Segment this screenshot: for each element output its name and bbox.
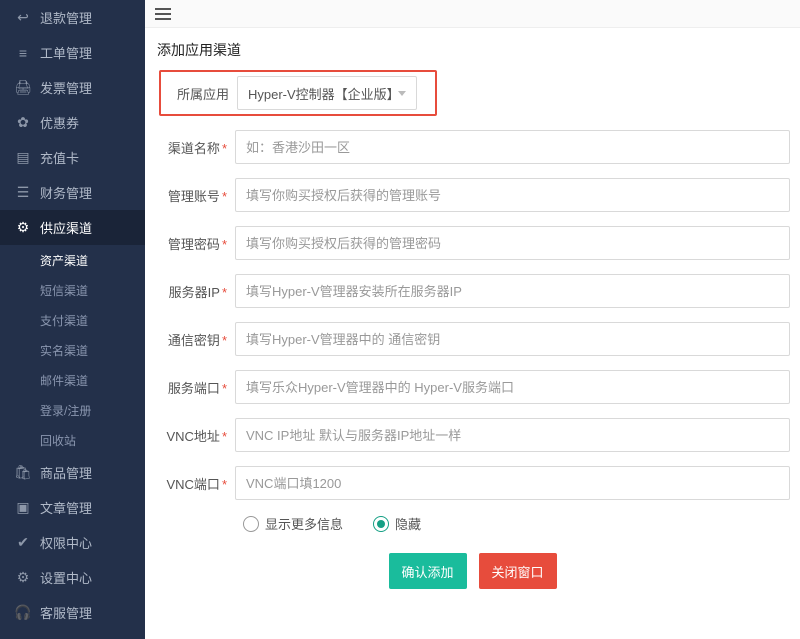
channel-form: 所属应用 Hyper-V控制器【企业版】 渠道名称* 管理账号* 管理密码* 服… (145, 70, 800, 589)
bag-icon: 🛍 (14, 464, 32, 481)
sidebar-item-supply[interactable]: ⚙ 供应渠道 (0, 210, 145, 245)
sidebar-item-label: 退款管理 (40, 8, 92, 27)
check-icon: ✔ (14, 534, 32, 551)
printer-icon: 🖨 (14, 79, 32, 96)
sidebar-item-settings[interactable]: ⚙ 设置中心 (0, 560, 145, 595)
sidebar-item-article[interactable]: ▣ 文章管理 (0, 490, 145, 525)
radio-circle-icon (373, 516, 389, 532)
sidebar-item-recharge[interactable]: ▤ 充值卡 (0, 140, 145, 175)
sidebar-item-refund[interactable]: ↩ 退款管理 (0, 0, 145, 35)
form-label-app: 所属应用 (167, 84, 237, 103)
main-content: 添加应用渠道 所属应用 Hyper-V控制器【企业版】 渠道名称* 管理账号* … (145, 0, 800, 639)
list-icon: ≡ (14, 45, 32, 61)
sidebar-sub-login[interactable]: 登录/注册 (0, 395, 145, 425)
comm-key-input[interactable] (235, 322, 790, 356)
form-label-password: 管理密码* (155, 234, 235, 253)
form-label-serverip: 服务器IP* (155, 282, 235, 301)
form-label-serviceport: 服务端口* (155, 378, 235, 397)
sidebar-item-label: 优惠券 (40, 113, 79, 132)
radio-hide-label: 隐藏 (395, 514, 421, 533)
visibility-radio-group: 显示更多信息 隐藏 (155, 514, 790, 533)
sidebar-item-label: 发票管理 (40, 78, 92, 97)
form-label-vncport: VNC端口* (155, 474, 235, 493)
sidebar-item-invoice[interactable]: 🖨 发票管理 (0, 70, 145, 105)
sidebar-item-label: 权限中心 (40, 533, 92, 552)
menu-toggle-icon[interactable] (155, 8, 171, 20)
card-icon: ▤ (14, 149, 32, 166)
close-button[interactable]: 关闭窗口 (479, 553, 557, 589)
sidebar-item-label: 商品管理 (40, 463, 92, 482)
flower-icon: ✿ (14, 114, 32, 131)
app-select-value: Hyper-V控制器【企业版】 (248, 84, 398, 103)
channel-name-input[interactable] (235, 130, 790, 164)
sidebar-sub-realname[interactable]: 实名渠道 (0, 335, 145, 365)
sidebar-item-support[interactable]: 🎧 客服管理 (0, 595, 145, 630)
form-label-channel: 渠道名称* (155, 138, 235, 157)
sidebar-sub-asset[interactable]: 资产渠道 (0, 245, 145, 275)
chevron-down-icon (398, 91, 406, 96)
radio-hide[interactable]: 隐藏 (373, 514, 421, 533)
sidebar-item-label: 设置中心 (40, 568, 92, 587)
headset-icon: 🎧 (14, 604, 32, 621)
sidebar-sub-recycle[interactable]: 回收站 (0, 425, 145, 455)
radio-circle-icon (243, 516, 259, 532)
gear-icon: ⚙ (14, 219, 32, 236)
bars-icon: ☰ (14, 184, 32, 201)
sidebar-sub-pay[interactable]: 支付渠道 (0, 305, 145, 335)
grid-icon: ▣ (14, 499, 32, 516)
vnc-port-input[interactable] (235, 466, 790, 500)
sidebar-item-coupon[interactable]: ✿ 优惠券 (0, 105, 145, 140)
admin-password-input[interactable] (235, 226, 790, 260)
admin-account-input[interactable] (235, 178, 790, 212)
form-label-vncaddr: VNC地址* (155, 426, 235, 445)
service-port-input[interactable] (235, 370, 790, 404)
app-select-highlight: 所属应用 Hyper-V控制器【企业版】 (159, 70, 437, 116)
sidebar-sub-mail[interactable]: 邮件渠道 (0, 365, 145, 395)
submit-button[interactable]: 确认添加 (389, 553, 467, 589)
form-label-account: 管理账号* (155, 186, 235, 205)
sidebar-sub-sms[interactable]: 短信渠道 (0, 275, 145, 305)
server-ip-input[interactable] (235, 274, 790, 308)
sidebar: ↩ 退款管理 ≡ 工单管理 🖨 发票管理 ✿ 优惠券 ▤ 充值卡 ☰ 财务管理 … (0, 0, 145, 639)
app-select[interactable]: Hyper-V控制器【企业版】 (237, 76, 417, 110)
button-row: 确认添加 关闭窗口 (155, 553, 790, 589)
sidebar-item-label: 财务管理 (40, 183, 92, 202)
sidebar-item-label: 文章管理 (40, 498, 92, 517)
sidebar-item-label: 工单管理 (40, 43, 92, 62)
sidebar-item-label: 客服管理 (40, 603, 92, 622)
radio-show-more[interactable]: 显示更多信息 (243, 514, 343, 533)
sidebar-item-permission[interactable]: ✔ 权限中心 (0, 525, 145, 560)
sidebar-item-label: 供应渠道 (40, 218, 92, 237)
cog-icon: ⚙ (14, 569, 32, 586)
sidebar-item-finance[interactable]: ☰ 财务管理 (0, 175, 145, 210)
vnc-addr-input[interactable] (235, 418, 790, 452)
sidebar-item-products[interactable]: 🛍 商品管理 (0, 455, 145, 490)
back-icon: ↩ (14, 9, 32, 26)
topbar (145, 0, 800, 28)
radio-more-label: 显示更多信息 (265, 514, 343, 533)
sidebar-item-label: 充值卡 (40, 148, 79, 167)
form-label-commkey: 通信密钥* (155, 330, 235, 349)
sidebar-item-ticket[interactable]: ≡ 工单管理 (0, 35, 145, 70)
panel-title: 添加应用渠道 (157, 40, 800, 60)
